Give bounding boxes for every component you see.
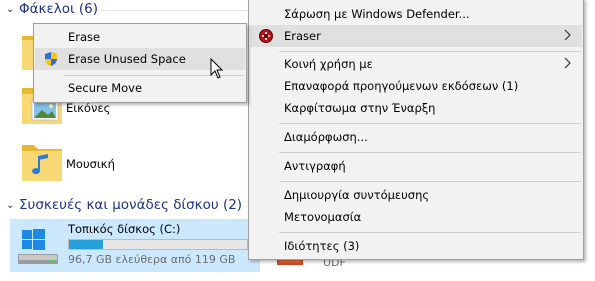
menu-item-rename[interactable]: Μετονομασία bbox=[250, 206, 582, 228]
menu-item-label: Erase bbox=[68, 30, 101, 44]
menu-separator bbox=[279, 152, 581, 153]
folders-group-title: Φάκελοι (6) bbox=[19, 1, 99, 17]
menu-separator bbox=[279, 232, 581, 233]
menu-item-label: Σάρωση με Windows Defender... bbox=[284, 7, 470, 21]
eraser-icon bbox=[258, 28, 274, 44]
drive-usage-fill bbox=[69, 240, 103, 249]
menu-item-create-shortcut[interactable]: Δημιουργία συντόμευσης bbox=[250, 184, 582, 206]
menu-item-share-with[interactable]: Κοινή χρήση με bbox=[250, 53, 582, 75]
uac-shield-icon bbox=[43, 51, 59, 67]
menu-item-label: Αντιγραφή bbox=[284, 159, 346, 173]
menu-item-label: Ιδιότητες (3) bbox=[284, 239, 360, 253]
menu-item-pin-to-start[interactable]: Καρφίτσωμα στην Έναρξη bbox=[250, 97, 582, 119]
hard-drive-icon bbox=[16, 224, 60, 268]
context-menu: Σάρωση με Windows Defender... Eraser Κοι… bbox=[248, 0, 584, 260]
menu-item-copy[interactable]: Αντιγραφή bbox=[250, 155, 582, 177]
mouse-pointer-icon bbox=[210, 57, 224, 80]
submenu-arrow-icon bbox=[564, 57, 572, 69]
folder-label-pictures: Εικόνες bbox=[66, 101, 111, 115]
menu-item-label: Καρφίτσωμα στην Έναρξη bbox=[284, 101, 436, 115]
menu-item-restore-versions[interactable]: Επαναφορά προηγούμενων εκδόσεων (1) bbox=[250, 75, 582, 97]
menu-item-label: Κοινή χρήση με bbox=[284, 57, 373, 71]
menu-item-label: Διαμόρφωση... bbox=[284, 130, 368, 144]
submenu-arrow-icon bbox=[564, 29, 572, 41]
menu-separator bbox=[279, 51, 581, 52]
drive-usage-bar bbox=[68, 239, 248, 250]
menu-item-scan-defender[interactable]: Σάρωση με Windows Defender... bbox=[250, 3, 582, 25]
submenu-item-erase[interactable]: Erase bbox=[35, 26, 245, 48]
menu-item-label: Erase Unused Space bbox=[68, 52, 186, 66]
devices-group-header[interactable]: ⌄ Συσκευές και μονάδες δίσκου (2) bbox=[6, 197, 242, 213]
menu-item-label: Secure Move bbox=[68, 81, 143, 95]
drive-name: Τοπικός δίσκος (C:) bbox=[68, 222, 181, 236]
submenu-item-secure-move[interactable]: Secure Move bbox=[35, 77, 245, 99]
drive-tile-c[interactable]: Τοπικός δίσκος (C:) 96,7 GB ελεύθερα από… bbox=[10, 219, 260, 272]
music-folder-icon bbox=[20, 143, 64, 183]
group-divider bbox=[100, 10, 248, 11]
menu-item-eraser[interactable]: Eraser bbox=[250, 25, 582, 47]
folder-label-music: Μουσική bbox=[66, 157, 115, 171]
devices-group-title: Συσκευές και μονάδες δίσκου (2) bbox=[19, 197, 243, 213]
menu-separator bbox=[279, 181, 581, 182]
menu-item-label: Επαναφορά προηγούμενων εκδόσεων (1) bbox=[284, 79, 519, 93]
menu-item-label: Μετονομασία bbox=[284, 210, 362, 224]
drive-free-space: 96,7 GB ελεύθερα από 119 GB bbox=[68, 253, 236, 266]
folders-group-header[interactable]: ⌄ Φάκελοι (6) bbox=[6, 1, 98, 17]
menu-item-format[interactable]: Διαμόρφωση... bbox=[250, 126, 582, 148]
chevron-down-icon: ⌄ bbox=[6, 4, 15, 15]
menu-item-label: Eraser bbox=[284, 29, 321, 43]
menu-item-label: Δημιουργία συντόμευσης bbox=[284, 188, 430, 202]
menu-item-properties[interactable]: Ιδιότητες (3) bbox=[250, 235, 582, 257]
menu-separator bbox=[279, 123, 581, 124]
chevron-down-icon: ⌄ bbox=[6, 200, 15, 211]
